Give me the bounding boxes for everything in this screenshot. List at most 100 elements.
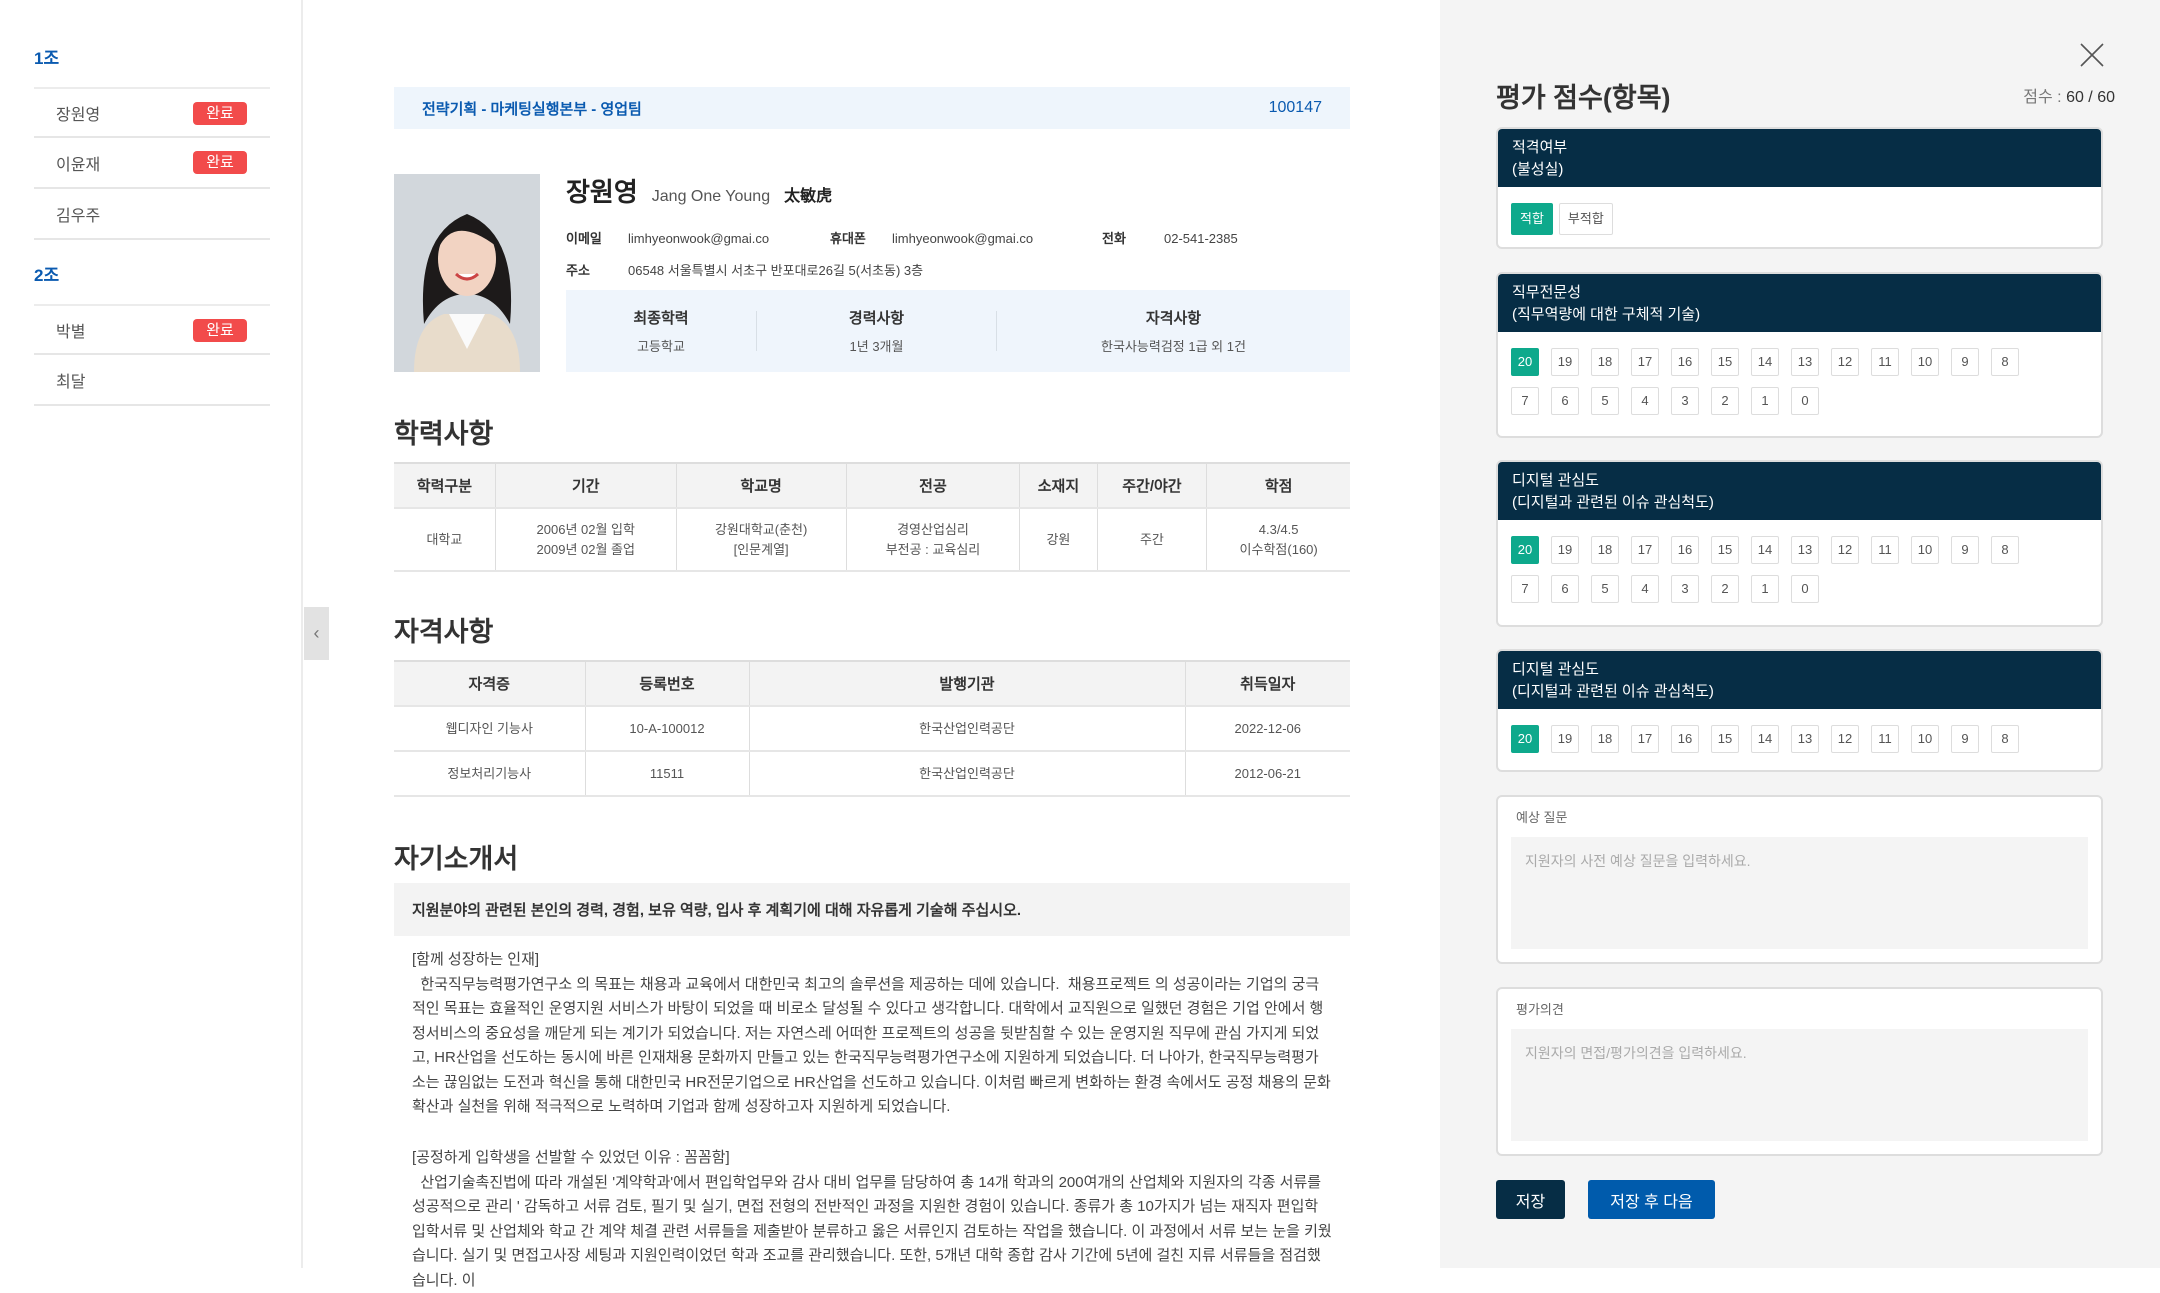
score-option-16[interactable]: 16 [1671,536,1699,564]
field-label: 예상 질문 [1498,797,2101,837]
summary-education: 최종학력고등학교 [566,311,756,351]
name-english: Jang One Young [652,188,770,206]
score-option-15[interactable]: 15 [1711,725,1739,753]
score-option-3[interactable]: 3 [1671,575,1699,603]
score-option-20[interactable]: 20 [1511,725,1539,753]
score-option-14[interactable]: 14 [1751,348,1779,376]
score-option-3[interactable]: 3 [1671,387,1699,415]
score-option-4[interactable]: 4 [1631,387,1659,415]
column-header: 자격증 [394,661,585,706]
score-option-9[interactable]: 9 [1951,725,1979,753]
card-title: 적격여부 [1512,137,2087,159]
score-option-0[interactable]: 0 [1791,387,1819,415]
score-option-8[interactable]: 8 [1991,725,2019,753]
score-option-18[interactable]: 18 [1591,536,1619,564]
score-option-15[interactable]: 15 [1711,536,1739,564]
mobile-value: limhyeonwook@gmai.co [892,231,1102,246]
card-subtitle: (디지털과 관련된 이슈 관심척도) [1512,681,2087,703]
score-option-11[interactable]: 11 [1871,348,1899,376]
score-option-19[interactable]: 19 [1551,348,1579,376]
column-header: 학점 [1207,463,1350,508]
score-option-14[interactable]: 14 [1751,725,1779,753]
summary-title: 경력사항 [757,307,996,328]
score-option-18[interactable]: 18 [1591,725,1619,753]
score-option-10[interactable]: 10 [1911,348,1939,376]
sidebar-item-choi[interactable]: 최달 [34,355,270,406]
summary-title: 최종학력 [566,307,756,328]
group-label: 1조 [34,44,59,69]
score-option-15[interactable]: 15 [1711,348,1739,376]
score-option-6[interactable]: 6 [1551,387,1579,415]
save-and-next-button[interactable]: 저장 후 다음 [1588,1180,1715,1219]
section-title-education: 학력사항 [394,412,493,451]
score-option-13[interactable]: 13 [1791,536,1819,564]
score-option-5[interactable]: 5 [1591,575,1619,603]
summary-value: 1년 3개월 [757,336,996,355]
score-option-13[interactable]: 13 [1791,725,1819,753]
score-option-12[interactable]: 12 [1831,725,1859,753]
eligible-option[interactable]: 적합 [1511,203,1553,235]
score-option-10[interactable]: 10 [1911,536,1939,564]
score-option-2[interactable]: 2 [1711,575,1739,603]
member-name: 김우주 [56,202,100,226]
table-cell: 강원대학교(춘천) [인문계열] [676,508,846,571]
score-option-14[interactable]: 14 [1751,536,1779,564]
save-button[interactable]: 저장 [1496,1180,1565,1219]
summary-box: 최종학력고등학교 경력사항1년 3개월 자격사항한국사능력검정 1급 외 1건 [566,290,1350,372]
department-path: 전략기획 - 마케팅실행본부 - 영업팀 [422,98,642,119]
member-name: 장원영 [56,101,100,125]
column-header: 기간 [495,463,676,508]
score-option-11[interactable]: 11 [1871,536,1899,564]
sidebar-item-lee[interactable]: 이윤재완료 [34,138,270,189]
score-option-19[interactable]: 19 [1551,536,1579,564]
score-option-17[interactable]: 17 [1631,536,1659,564]
score-option-20[interactable]: 20 [1511,348,1539,376]
sidebar-item-kim[interactable]: 김우주 [34,189,270,240]
score-option-17[interactable]: 17 [1631,725,1659,753]
score-option-12[interactable]: 12 [1831,348,1859,376]
score-option-9[interactable]: 9 [1951,536,1979,564]
criterion-card-digital-interest-2: 디지털 관심도(디지털과 관련된 이슈 관심척도) 20191817161514… [1496,649,2103,772]
email-value: limhyeonwook@gmai.co [628,231,830,246]
applicant-photo [394,174,540,372]
close-icon[interactable] [2080,43,2104,67]
status-badge: 완료 [193,102,247,125]
evaluation-opinion-input[interactable] [1511,1029,2088,1141]
score-option-12[interactable]: 12 [1831,536,1859,564]
score-option-10[interactable]: 10 [1911,725,1939,753]
score-option-2[interactable]: 2 [1711,387,1739,415]
score-option-8[interactable]: 8 [1991,348,2019,376]
eligibility-card: 적격여부(불성실) 적합부적합 [1496,127,2103,249]
score-option-1[interactable]: 1 [1751,575,1779,603]
score-option-1[interactable]: 1 [1751,387,1779,415]
score-option-4[interactable]: 4 [1631,575,1659,603]
score-option-9[interactable]: 9 [1951,348,1979,376]
score-option-8[interactable]: 8 [1991,536,2019,564]
score-option-16[interactable]: 16 [1671,348,1699,376]
score-option-16[interactable]: 16 [1671,725,1699,753]
ineligible-option[interactable]: 부적합 [1559,203,1613,235]
score-option-19[interactable]: 19 [1551,725,1579,753]
score-option-18[interactable]: 18 [1591,348,1619,376]
paragraph-body: 한국직무능력평가연구소 의 목표는 채용과 교육에서 대한민국 최고의 솔루션을… [412,973,1332,1120]
score-option-7[interactable]: 7 [1511,575,1539,603]
certificate-table: 자격증등록번호발행기관취득일자 웹디자인 기능사10-A-100012한국산업인… [394,660,1350,797]
sidebar-item-park[interactable]: 박별완료 [34,304,270,355]
score-option-13[interactable]: 13 [1791,348,1819,376]
score-option-7[interactable]: 7 [1511,387,1539,415]
table-row: 정보처리기능사11511한국산업인력공단2012-06-21 [394,751,1350,796]
paragraph-title: [함께 성장하는 인재] [412,948,1332,973]
score-option-11[interactable]: 11 [1871,725,1899,753]
sidebar-item-jang[interactable]: 장원영 완료 [34,87,270,138]
score-option-5[interactable]: 5 [1591,387,1619,415]
table-cell: 한국산업인력공단 [749,706,1185,751]
collapse-sidebar-button[interactable]: ‹ [304,607,329,660]
score-option-17[interactable]: 17 [1631,348,1659,376]
card-title: 직무전문성 [1512,282,2087,304]
score-option-6[interactable]: 6 [1551,575,1579,603]
expected-questions-input[interactable] [1511,837,2088,949]
score-option-20[interactable]: 20 [1511,536,1539,564]
card-subtitle: (직무역량에 대한 구체적 기술) [1512,304,2087,326]
summary-career: 경력사항1년 3개월 [757,311,996,351]
score-option-0[interactable]: 0 [1791,575,1819,603]
